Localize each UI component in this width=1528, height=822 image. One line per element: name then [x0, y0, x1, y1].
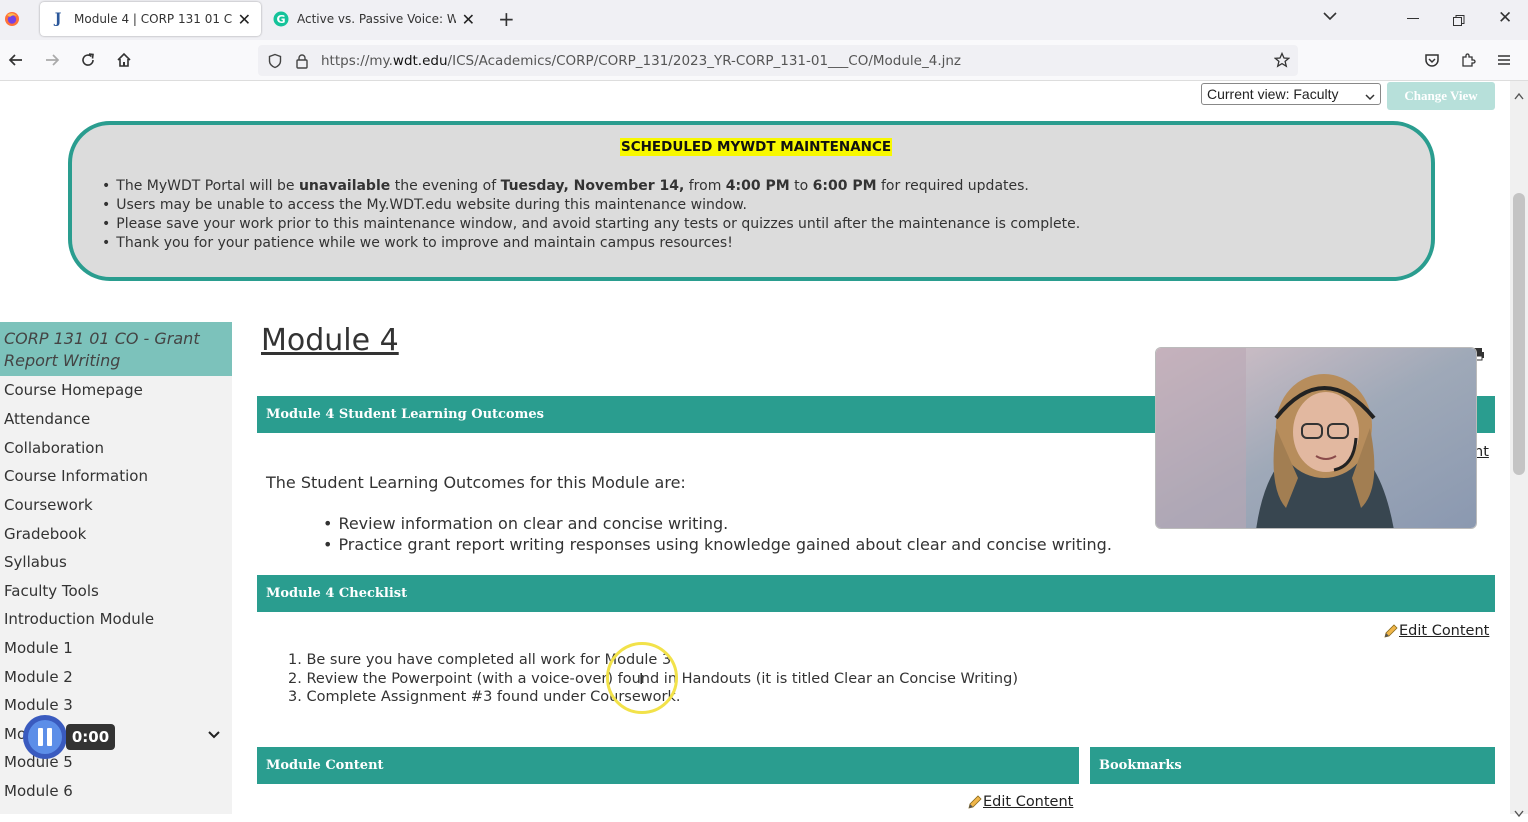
sidebar-item-attendance[interactable]: Attendance: [4, 410, 90, 428]
sidebar-item-course-homepage[interactable]: Course Homepage: [4, 381, 143, 399]
url-text: https://my.wdt.edu/ICS/Academics/CORP/CO…: [321, 52, 962, 69]
lock-icon[interactable]: [294, 53, 310, 69]
forward-icon[interactable]: [40, 48, 64, 72]
tab-active-passive[interactable]: G Active vs. Passive Voice: What's the D…: [263, 2, 485, 36]
notice-title: SCHEDULED MYWDT MAINTENANCE: [620, 138, 893, 156]
pencil-icon: [1383, 623, 1398, 639]
course-title[interactable]: CORP 131 01 CO - Grant Report Writing: [0, 322, 232, 376]
pocket-icon[interactable]: [1420, 48, 1444, 72]
chevron-down-icon: [1365, 89, 1375, 105]
sidebar-item-syllabus[interactable]: Syllabus: [4, 553, 67, 571]
tab-bar: J Module 4 | CORP 131 01 CO - Grant Repo…: [0, 0, 1528, 40]
sidebar-item-faculty-tools[interactable]: Faculty Tools: [4, 582, 99, 600]
minimize-icon[interactable]: [1407, 18, 1419, 19]
list-item: Review information on clear and concise …: [323, 513, 1112, 534]
recorder-pause-button[interactable]: [22, 714, 68, 764]
shield-icon[interactable]: [267, 53, 283, 69]
bookmarks-header: Bookmarks: [1090, 747, 1495, 784]
outcomes-list: Review information on clear and concise …: [323, 513, 1112, 555]
list-item: Practice grant report writing responses …: [323, 534, 1111, 555]
svg-text:G: G: [276, 13, 285, 26]
notice-item: Users may be unable to access the My.WDT…: [102, 196, 1080, 215]
restore-icon[interactable]: [1453, 12, 1465, 31]
webcam-image: [1156, 348, 1476, 528]
sidebar-item-course-information[interactable]: Course Information: [4, 467, 148, 485]
pencil-icon: [967, 794, 982, 810]
menu-icon[interactable]: [1492, 48, 1516, 72]
notice-list: The MyWDT Portal will be unavailable the…: [102, 177, 1080, 253]
recording-timer: 0:00: [66, 724, 115, 750]
chevron-down-icon[interactable]: [207, 726, 221, 745]
maintenance-notice: SCHEDULED MYWDT MAINTENANCE The MyWDT Po…: [68, 121, 1435, 281]
bookmark-star-icon[interactable]: [1273, 51, 1291, 72]
outcomes-intro: The Student Learning Outcomes for this M…: [266, 473, 686, 492]
change-view-button[interactable]: Change View: [1387, 82, 1495, 110]
scrollbar-thumb[interactable]: [1513, 193, 1525, 475]
sidebar-item-coursework[interactable]: Coursework: [4, 496, 93, 514]
webcam-overlay[interactable]: [1155, 347, 1477, 529]
list-tabs-icon[interactable]: [1322, 8, 1338, 28]
close-tab-icon[interactable]: ✕: [462, 10, 475, 29]
navigation-bar: https://my.wdt.edu/ICS/Academics/CORP/CO…: [0, 40, 1528, 81]
extensions-icon[interactable]: [1456, 48, 1480, 72]
sidebar-item-collaboration[interactable]: Collaboration: [4, 439, 104, 457]
scroll-down-icon[interactable]: [1514, 803, 1524, 822]
edit-content-link[interactable]: Edit Content: [967, 794, 1073, 810]
sidebar-item-gradebook[interactable]: Gradebook: [4, 525, 86, 543]
tab-label: Module 4 | CORP 131 01 CO - Grant Report…: [74, 12, 232, 26]
close-window-icon[interactable]: ✕: [1498, 8, 1512, 28]
j-icon: J: [54, 11, 62, 27]
notice-item: The MyWDT Portal will be unavailable the…: [102, 177, 1080, 196]
firefox-menu-icon[interactable]: [4, 11, 20, 27]
address-bar[interactable]: https://my.wdt.edu/ICS/Academics/CORP/CO…: [258, 45, 1298, 76]
sidebar-item-module-3[interactable]: Module 3: [4, 696, 73, 714]
module-content-header: Module Content: [257, 747, 1079, 784]
grammarly-icon: G: [273, 11, 289, 27]
page-title: Module 4: [261, 323, 399, 358]
notice-item: Thank you for your patience while we wor…: [102, 234, 1080, 253]
current-view-select[interactable]: Current view: Faculty: [1201, 83, 1381, 105]
notice-item: Please save your work prior to this main…: [102, 215, 1080, 234]
sidebar-item-introduction-module[interactable]: Introduction Module: [4, 610, 154, 628]
text-cursor-icon: I: [639, 670, 644, 688]
checklist-header: Module 4 Checklist: [257, 575, 1495, 612]
reload-icon[interactable]: [76, 48, 100, 72]
tab-module-4[interactable]: J Module 4 | CORP 131 01 CO - Grant Repo…: [40, 2, 261, 36]
close-tab-icon[interactable]: ✕: [238, 10, 251, 29]
back-icon[interactable]: [4, 48, 28, 72]
sidebar-item-module-1[interactable]: Module 1: [4, 639, 73, 657]
sidebar-item-module-6[interactable]: Module 6: [4, 782, 73, 800]
scroll-up-icon[interactable]: [1514, 85, 1524, 104]
tab-label: Active vs. Passive Voice: What's the Dif…: [297, 12, 456, 26]
new-tab-icon[interactable]: +: [498, 7, 515, 31]
edit-content-link[interactable]: Edit Content: [1383, 623, 1489, 639]
sidebar-item-module-2[interactable]: Module 2: [4, 668, 73, 686]
home-icon[interactable]: [112, 48, 136, 72]
